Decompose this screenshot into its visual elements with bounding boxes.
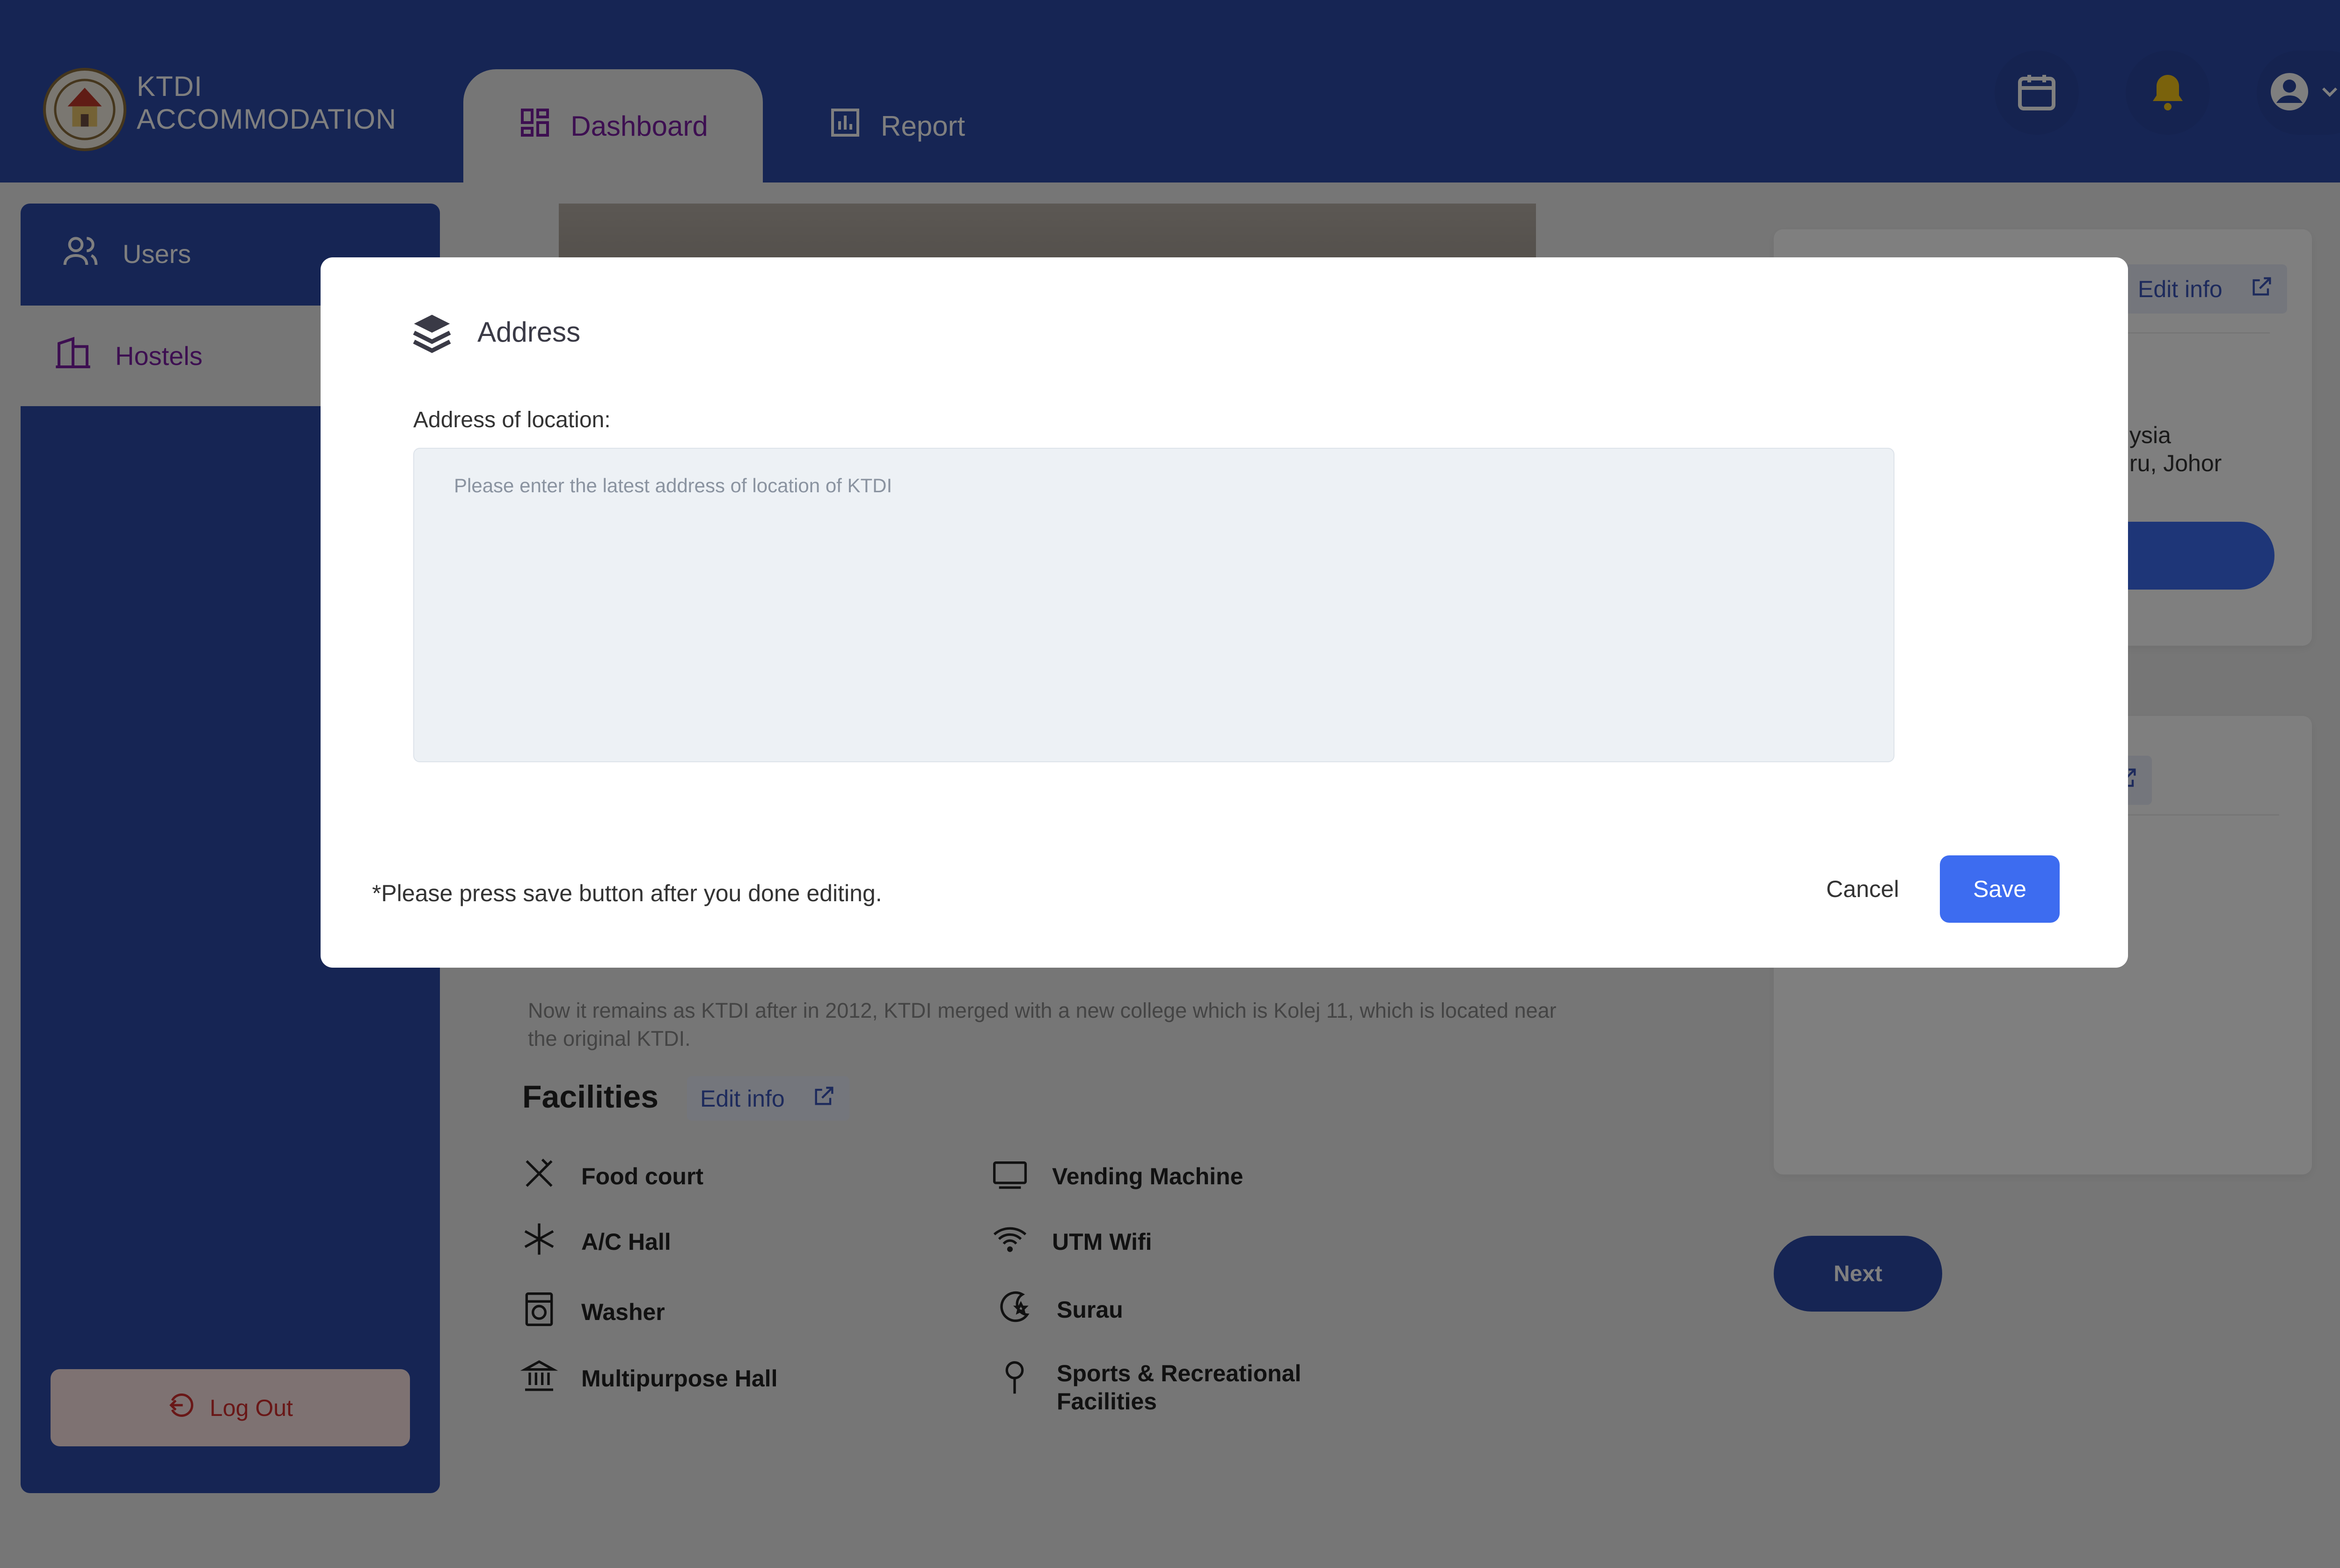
save-button[interactable]: Save xyxy=(1940,855,2060,923)
address-textarea[interactable] xyxy=(413,448,1894,762)
address-field-label: Address of location: xyxy=(413,408,611,432)
save-reminder-note: *Please press save button after you done… xyxy=(372,880,882,906)
cancel-button[interactable]: Cancel xyxy=(1809,856,1916,922)
layers-icon xyxy=(410,311,453,354)
address-modal: Address Address of location: *Please pre… xyxy=(321,257,2128,968)
modal-title: Address xyxy=(477,316,581,348)
